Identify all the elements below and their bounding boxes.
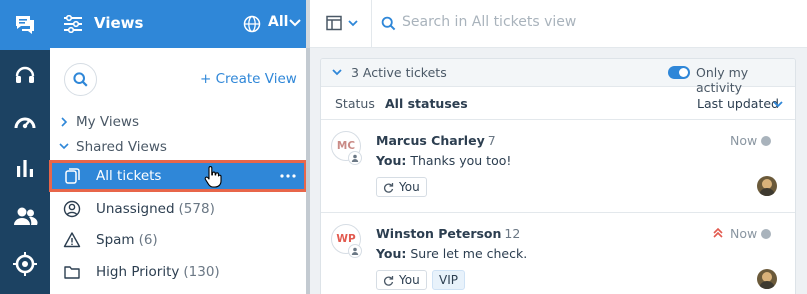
ticket-time: Now bbox=[730, 133, 758, 148]
ticket-last-message: You: Thanks you too! bbox=[376, 153, 511, 168]
chevron-down-icon[interactable] bbox=[289, 19, 301, 27]
tickets-icon bbox=[65, 168, 80, 184]
contact-name: Marcus Charley bbox=[376, 133, 485, 148]
rail-settings[interactable] bbox=[0, 239, 50, 289]
view-item-spam[interactable]: Spam (6) bbox=[50, 225, 306, 255]
rail-conversations[interactable] bbox=[0, 0, 50, 50]
message-sender: You: bbox=[376, 246, 407, 261]
chevron-down-icon[interactable] bbox=[773, 101, 783, 108]
views-header: Views All bbox=[50, 0, 306, 48]
rail-contacts[interactable] bbox=[0, 191, 50, 241]
ticket-row[interactable]: MC Marcus Charley 7 You: Thanks you too! … bbox=[321, 121, 795, 213]
layout-toggle-icon[interactable] bbox=[326, 15, 342, 31]
ticket-last-message: You: Sure let me check. bbox=[376, 246, 527, 261]
assignee-tag[interactable]: You bbox=[376, 177, 427, 197]
more-options-icon[interactable] bbox=[280, 169, 296, 183]
views-panel: Views All + Create View My Views Shared … bbox=[49, 0, 307, 294]
view-item-label: Spam bbox=[96, 232, 135, 248]
view-item-all-tickets[interactable]: All tickets bbox=[49, 160, 307, 192]
shared-views-group[interactable]: Shared Views bbox=[58, 139, 167, 155]
vip-tag[interactable]: VIP bbox=[432, 270, 465, 290]
my-views-group[interactable]: My Views bbox=[58, 114, 139, 130]
rail-reports[interactable] bbox=[0, 143, 50, 193]
rail-dashboard[interactable] bbox=[0, 97, 50, 147]
person-icon bbox=[348, 244, 362, 258]
reports-bar-icon bbox=[17, 160, 33, 177]
view-item-count: (130) bbox=[183, 264, 220, 280]
chevron-down-icon[interactable] bbox=[348, 20, 358, 27]
folder-icon bbox=[64, 266, 80, 279]
dashboard-gauge-icon bbox=[14, 117, 36, 129]
view-item-label: High Priority bbox=[96, 264, 180, 280]
contacts-icon bbox=[14, 207, 38, 225]
tag-label: You bbox=[399, 180, 420, 194]
view-item-label: All tickets bbox=[96, 168, 162, 184]
message-text: Thanks you too! bbox=[410, 153, 512, 168]
views-scope-select[interactable]: All bbox=[268, 14, 288, 30]
hand-cursor-icon bbox=[204, 166, 222, 188]
view-item-count: (6) bbox=[138, 232, 158, 248]
create-view-link[interactable]: + Create View bbox=[200, 71, 297, 87]
active-tickets-count[interactable]: 3 Active tickets bbox=[351, 65, 447, 80]
chevron-right-icon bbox=[61, 117, 68, 127]
assignee-tag[interactable]: You bbox=[376, 270, 427, 290]
ticket-search-input[interactable]: Search in All tickets view bbox=[402, 14, 576, 30]
message-sender: You: bbox=[376, 153, 407, 168]
toolbar-divider bbox=[371, 0, 372, 48]
views-settings-icon[interactable] bbox=[63, 15, 83, 33]
search-icon bbox=[381, 16, 396, 31]
my-views-label: My Views bbox=[76, 114, 139, 130]
high-priority-icon bbox=[713, 228, 723, 238]
tag-label: You bbox=[399, 273, 420, 287]
refresh-icon bbox=[384, 182, 394, 193]
only-my-activity-toggle[interactable] bbox=[668, 66, 690, 79]
tag-label: VIP bbox=[439, 273, 458, 287]
view-item-text: High Priority (130) bbox=[96, 264, 220, 280]
conversations-icon bbox=[16, 16, 34, 34]
ticket-contact-name: Marcus Charley 7 bbox=[376, 133, 496, 148]
view-item-high-priority[interactable]: High Priority (130) bbox=[50, 257, 306, 287]
status-filter-label: Status bbox=[335, 96, 375, 111]
globe-icon bbox=[243, 15, 261, 33]
contact-name: Winston Peterson bbox=[376, 226, 502, 241]
message-text: Sure let me check. bbox=[410, 246, 528, 261]
refresh-icon bbox=[384, 275, 394, 286]
filter-row: Status All statuses Last updated bbox=[321, 88, 795, 120]
status-filter-select[interactable]: All statuses bbox=[385, 96, 468, 111]
view-item-unassigned[interactable]: Unassigned (578) bbox=[50, 194, 306, 224]
app-rail bbox=[0, 0, 50, 294]
ticket-row[interactable]: WP Winston Peterson 12 You: Sure let me c… bbox=[321, 214, 795, 294]
ticket-contact-name: Winston Peterson 12 bbox=[376, 226, 520, 241]
view-item-text: Spam (6) bbox=[96, 232, 158, 248]
sort-select[interactable]: Last updated bbox=[697, 96, 779, 111]
user-circle-icon bbox=[63, 200, 81, 218]
status-dot-icon bbox=[761, 229, 771, 239]
view-item-count: (578) bbox=[178, 201, 215, 217]
chevron-down-icon bbox=[59, 143, 69, 150]
shared-views-label: Shared Views bbox=[76, 139, 167, 155]
agent-avatar bbox=[757, 176, 777, 196]
ticket-list-card: 3 Active tickets Only my activity Status… bbox=[320, 58, 796, 294]
status-dot-icon bbox=[761, 136, 771, 146]
view-item-text: Unassigned (578) bbox=[96, 201, 215, 217]
warning-icon bbox=[63, 232, 81, 248]
person-icon bbox=[348, 151, 362, 165]
rail-calls[interactable] bbox=[0, 50, 50, 100]
ticket-time: Now bbox=[730, 226, 758, 241]
active-tickets-header: 3 Active tickets Only my activity bbox=[321, 59, 795, 95]
settings-target-icon bbox=[13, 252, 37, 276]
views-title: Views bbox=[94, 14, 144, 32]
search-icon bbox=[73, 72, 88, 87]
ticket-number: 7 bbox=[487, 133, 496, 148]
view-item-label: Unassigned bbox=[96, 201, 175, 217]
top-toolbar: Search in All tickets view bbox=[310, 0, 807, 48]
ticket-number: 12 bbox=[504, 226, 521, 241]
headset-icon bbox=[15, 66, 35, 83]
agent-avatar bbox=[757, 269, 777, 289]
chevron-down-icon[interactable] bbox=[332, 69, 342, 76]
views-search-button[interactable] bbox=[64, 63, 97, 96]
ticket-list-area: 3 Active tickets Only my activity Status… bbox=[310, 48, 807, 294]
